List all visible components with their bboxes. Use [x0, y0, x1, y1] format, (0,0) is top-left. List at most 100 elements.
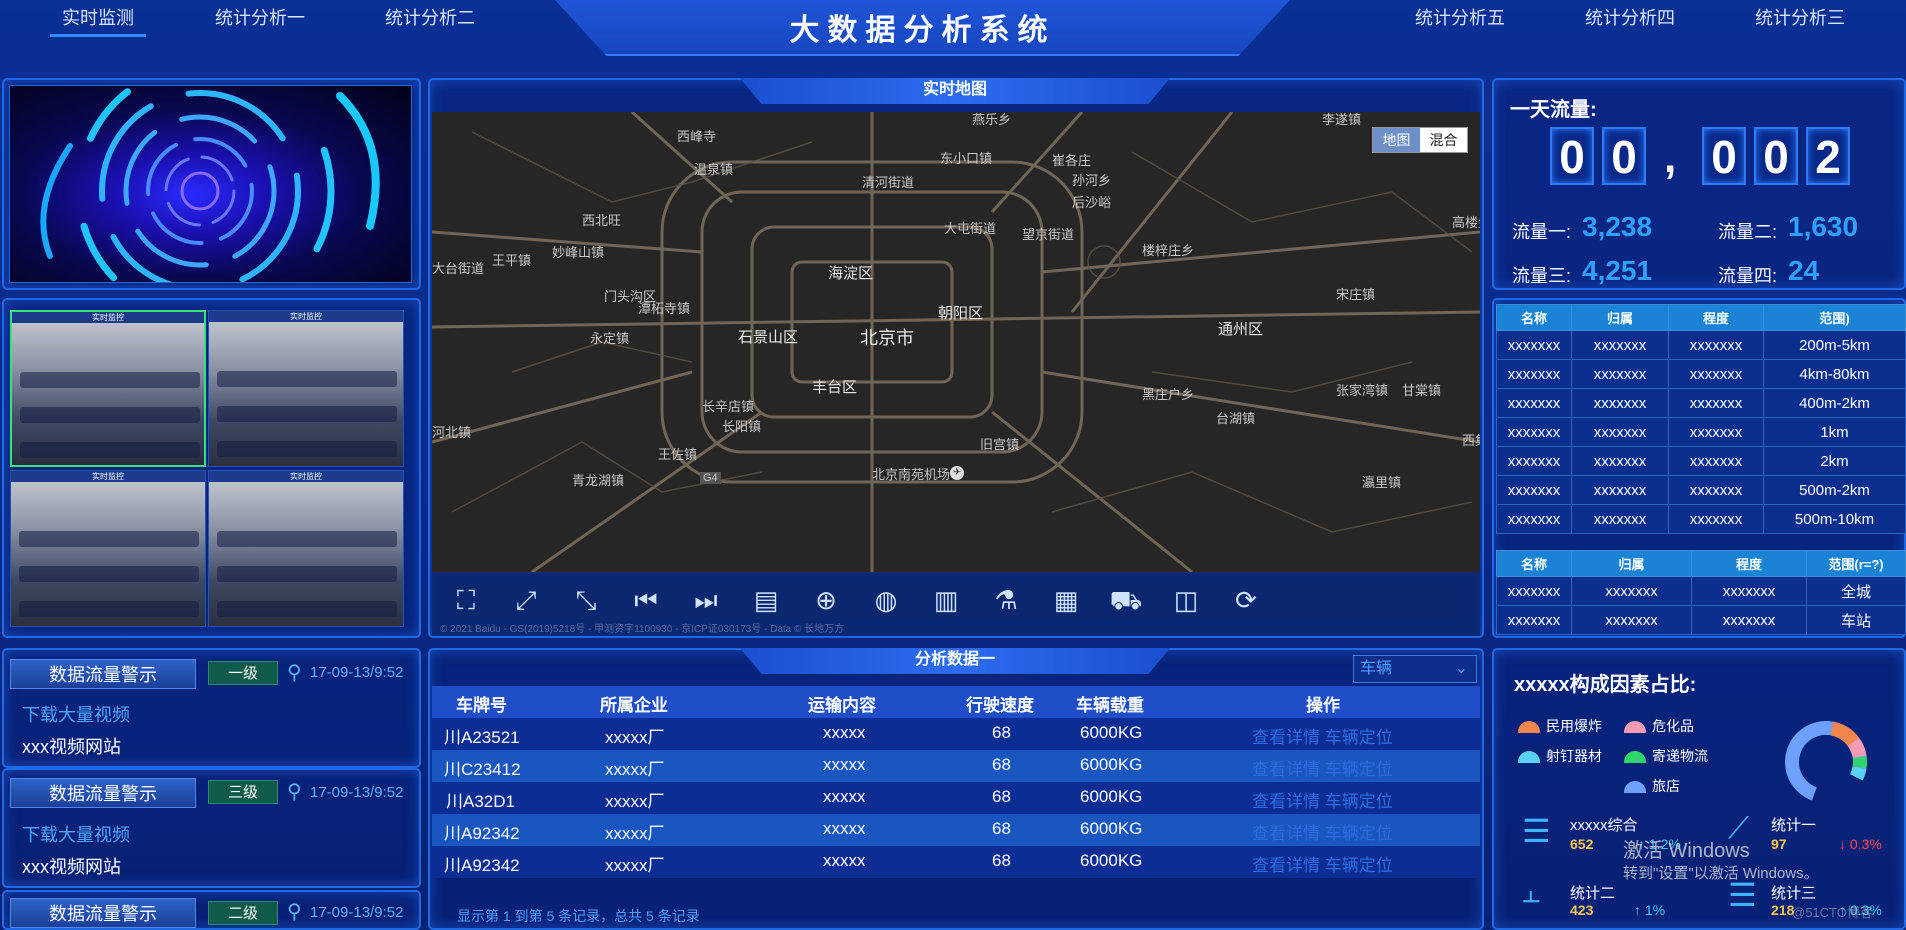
camera-scene: [20, 442, 200, 458]
map-label: 李遂镇: [1322, 112, 1362, 127]
flow-title: 一天流量:: [1510, 99, 1597, 121]
map-label: 通州区: [1218, 321, 1264, 338]
refresh-icon[interactable]: ⟳: [1228, 582, 1264, 618]
flask-icon[interactable]: ⚗: [988, 582, 1024, 618]
map-label: 大屯街道: [944, 221, 997, 236]
airport-icon: ✈: [950, 466, 964, 480]
row-actions-link[interactable]: 查看详情 车辆定位: [1252, 787, 1393, 812]
chevron-down-icon: ⌄: [1454, 660, 1468, 677]
alert-tag: 数据流量警示: [10, 778, 196, 808]
alert-site: xxx视频网站: [22, 737, 121, 757]
camera-feed-2[interactable]: 实时监控: [208, 310, 404, 467]
highway-shield: G4: [700, 472, 721, 484]
map-label: 青龙湖镇: [572, 473, 625, 488]
stat-label: 统计三: [1771, 885, 1817, 902]
stat-value: 97: [1771, 836, 1787, 852]
company: xxxxx厂: [605, 792, 665, 811]
alert-link[interactable]: 下载大量视频: [22, 821, 130, 847]
load: 6000KG: [1080, 851, 1143, 870]
row-actions-link[interactable]: 查看详情 车辆定位: [1252, 819, 1393, 844]
map-label: 海淀区: [828, 265, 874, 282]
cargo: xxxxx: [823, 723, 866, 742]
map-label: 西集: [1462, 433, 1480, 448]
legend-item: 射钉器材: [1518, 746, 1602, 766]
stat-change: ↑ 1%: [1634, 902, 1666, 918]
legend-item: 旅店: [1624, 776, 1680, 796]
column-header: 程度: [1691, 550, 1807, 577]
legend-swatch: [1624, 751, 1646, 764]
column-header: 范围): [1763, 304, 1906, 331]
location-pin-icon: ⚲: [287, 781, 302, 803]
nav-tab-stats-2[interactable]: 统计分析二: [385, 4, 475, 30]
alert-time: 17-09-13/9:52: [310, 784, 404, 801]
row-actions-link[interactable]: 查看详情 车辆定位: [1252, 723, 1393, 748]
map-label: 宋庄镇: [1336, 287, 1376, 302]
map-label: 丰台区: [812, 379, 858, 396]
map-label: 后沙峪: [1072, 195, 1112, 210]
camera-feed-4[interactable]: 实时监控: [208, 470, 404, 627]
alert-link[interactable]: 下载大量视频: [22, 701, 130, 727]
expand-icon[interactable]: ⤢: [508, 582, 544, 618]
building-icon[interactable]: ▥: [928, 582, 964, 618]
legend-swatch: [1624, 721, 1646, 734]
range-table-1: 名称 归属 程度 范围) xxxxxxx xxxxxxx xxxxxxx 200m-5…: [1496, 304, 1906, 534]
range-table-2: 名称 归属 程度 范围(r=?) xxxxxxx xxxxxxx xxxxxxx 全城…: [1496, 550, 1906, 635]
company: xxxxx厂: [605, 824, 665, 843]
map-layer-icon[interactable]: ▤: [748, 582, 784, 618]
nav-tab-stats-3[interactable]: 统计分析三: [1755, 4, 1845, 30]
cargo: xxxxx: [823, 755, 866, 774]
column-header: 归属: [1571, 550, 1692, 577]
flow-value: 24: [1788, 255, 1820, 286]
map-type-hybrid-button[interactable]: 混合: [1420, 128, 1467, 152]
map-label: 楼梓庄乡: [1142, 243, 1195, 258]
column-header: 车牌号: [456, 696, 507, 715]
truck-icon[interactable]: ⛟: [1108, 582, 1144, 618]
collapse-icon[interactable]: ⤡: [568, 582, 604, 618]
nav-tab-stats-5[interactable]: 统计分析五: [1415, 4, 1505, 30]
vehicle-type-select[interactable]: 车辆 ⌄: [1353, 655, 1477, 683]
alert-level-badge: 二级: [208, 901, 278, 925]
browser-search-icon[interactable]: ◫: [1168, 582, 1204, 618]
map-label: 张家湾镇: [1336, 383, 1389, 398]
speed: 68: [992, 755, 1011, 774]
camera-title: 实时监控: [11, 471, 205, 482]
camera-title: 实时监控: [209, 311, 403, 322]
globe-icon[interactable]: ⊕: [808, 582, 844, 618]
nav-tab-realtime[interactable]: 实时监测: [62, 4, 134, 30]
table-row: 川A92342 xxxxx厂 xxxxx 68 6000KG 查看详情 车辆定位: [432, 814, 1480, 846]
speed: 68: [992, 851, 1011, 870]
map-label: 王佐镇: [658, 447, 698, 462]
plate-number: 川A92342: [444, 856, 520, 875]
camera-scene: [217, 406, 397, 422]
location-pin-icon: ⚲: [287, 901, 302, 923]
map-label: 妙峰山镇: [552, 245, 605, 260]
page-title: 大数据分析系统: [789, 14, 1056, 47]
nav-tab-stats-1[interactable]: 统计分析一: [215, 4, 305, 30]
table-row: xxxxxxx xxxxxxx xxxxxxx 车站: [1496, 605, 1906, 635]
world-map-icon[interactable]: ◍: [868, 582, 904, 618]
alert-level-badge: 三级: [208, 780, 278, 804]
cargo: xxxxx: [823, 851, 866, 870]
camera-title: 实时监控: [209, 471, 403, 482]
table-row: xxxxxxx xxxxxxx xxxxxxx 2km: [1496, 446, 1906, 476]
nav-tab-stats-4[interactable]: 统计分析四: [1585, 4, 1675, 30]
column-header: 操作: [1306, 696, 1340, 715]
windows-activation-hint: 转到"设置"以激活 Windows。: [1623, 865, 1819, 882]
map-canvas[interactable]: 燕乐乡 李遂镇 西峰寺 东小口镇 崔各庄 温泉镇 清河街道 孙河乡 后沙峪 西北…: [432, 112, 1480, 572]
map-type-switch: 地图 混合: [1372, 127, 1468, 153]
row-actions-link[interactable]: 查看详情 车辆定位: [1252, 755, 1393, 780]
table-row: xxxxxxx xxxxxxx xxxxxxx 500m-10km: [1496, 504, 1906, 534]
camera-feed-1[interactable]: 实时监控: [10, 310, 206, 467]
tower-icon[interactable]: ▦: [1048, 582, 1084, 618]
row-actions-link[interactable]: 查看详情 车辆定位: [1252, 851, 1393, 876]
fast-forward-icon[interactable]: ⏭: [688, 582, 724, 618]
fullscreen-icon[interactable]: ⛶: [448, 582, 484, 618]
map-label: 长辛店镇: [702, 399, 755, 414]
flow-separator: ,: [1664, 133, 1677, 182]
map-type-map-button[interactable]: 地图: [1373, 128, 1420, 152]
alert-time: 17-09-13/9:52: [310, 904, 404, 921]
map-label: 甘棠镇: [1402, 383, 1442, 398]
camera-feed-3[interactable]: 实时监控: [10, 470, 206, 627]
blog-watermark: @51CTO博客: [1792, 905, 1873, 920]
rewind-icon[interactable]: ⏮: [628, 582, 664, 618]
